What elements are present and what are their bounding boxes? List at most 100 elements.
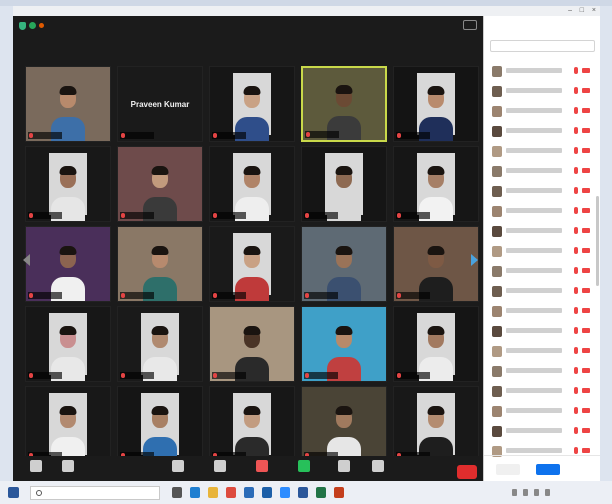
toolbar-button-security[interactable]: [163, 460, 193, 481]
view-toggle-button[interactable]: [463, 20, 477, 30]
participant-list-item[interactable]: [484, 422, 600, 442]
toolbar-button-share-screen[interactable]: [289, 460, 319, 481]
more-options-button[interactable]: [578, 464, 592, 475]
chrome-icon[interactable]: [226, 487, 236, 498]
word-icon[interactable]: [298, 487, 308, 498]
toolbar-button-chat[interactable]: [247, 460, 277, 481]
participant-video-tile[interactable]: [25, 306, 111, 382]
participant-video-tile[interactable]: [301, 306, 387, 382]
participant-list-item[interactable]: [484, 122, 600, 142]
muted-mic-icon: [574, 347, 578, 354]
next-page-arrow-icon[interactable]: [471, 254, 478, 266]
participant-hair: [243, 406, 261, 415]
edge-browser-icon[interactable]: [190, 487, 200, 498]
participant-list-item[interactable]: [484, 362, 600, 382]
muted-mic-icon: [574, 207, 578, 214]
participant-list-item[interactable]: [484, 242, 600, 262]
participant-video-tile[interactable]: [393, 386, 479, 462]
participant-video-tile[interactable]: [393, 226, 479, 302]
participant-video-tile[interactable]: [393, 306, 479, 382]
participant-video-tile[interactable]: [301, 66, 387, 142]
participant-hair: [427, 406, 445, 415]
avatar: [492, 186, 502, 197]
participant-list-item[interactable]: [484, 102, 600, 122]
toolbar-button-video-camera[interactable]: [53, 460, 83, 481]
mail-icon[interactable]: [262, 487, 272, 498]
participant-video-tile[interactable]: [209, 226, 295, 302]
participant-name-tag: [28, 132, 62, 139]
network-icon[interactable]: [523, 489, 528, 496]
participant-video-tile[interactable]: [393, 66, 479, 142]
zoom-app-icon[interactable]: [280, 487, 290, 498]
invite-button[interactable]: [496, 464, 520, 475]
participant-video-tile[interactable]: [301, 146, 387, 222]
share-screen-icon: [298, 460, 310, 472]
participant-video-tile[interactable]: [209, 386, 295, 462]
participant-list-item[interactable]: [484, 302, 600, 322]
powerpoint-icon[interactable]: [334, 487, 344, 498]
store-icon[interactable]: [244, 487, 254, 498]
file-explorer-icon[interactable]: [208, 487, 218, 498]
video-off-icon: [582, 128, 590, 133]
toolbar-button-record[interactable]: [329, 460, 359, 481]
muted-mic-icon: [397, 213, 401, 218]
participant-video-tile[interactable]: [117, 306, 203, 382]
encryption-shield-icon[interactable]: [19, 22, 26, 30]
participant-list-item[interactable]: [484, 182, 600, 202]
minimize-icon[interactable]: –: [568, 6, 572, 16]
participant-video-tile[interactable]: [25, 226, 111, 302]
taskbar-search-box[interactable]: [30, 486, 160, 500]
participant-list-item[interactable]: [484, 142, 600, 162]
toolbar-button-reactions[interactable]: [363, 460, 393, 481]
windows-start-icon[interactable]: [8, 487, 19, 498]
participant-video-tile[interactable]: [25, 146, 111, 222]
participant-list-item[interactable]: [484, 342, 600, 362]
meeting-info-icon[interactable]: [29, 22, 36, 29]
participant-list-item[interactable]: [484, 162, 600, 182]
muted-mic-icon: [574, 247, 578, 254]
participant-list-item[interactable]: [484, 62, 600, 82]
participant-video-tile[interactable]: Praveen Kumar: [117, 66, 203, 142]
mute-all-button[interactable]: [536, 464, 560, 475]
language-icon[interactable]: [545, 489, 550, 496]
participant-name-tag: [396, 372, 430, 379]
participant-list-item[interactable]: [484, 262, 600, 282]
participants-scrollbar[interactable]: [596, 196, 599, 286]
participant-list-item[interactable]: [484, 282, 600, 302]
task-view-icon[interactable]: [172, 487, 182, 498]
participant-list-name: [506, 128, 562, 133]
avatar: [492, 346, 502, 357]
participant-list-item[interactable]: [484, 82, 600, 102]
toolbar-button-participants[interactable]: [205, 460, 235, 481]
recording-dot-icon: [39, 23, 44, 28]
toolbar-button-microphone[interactable]: [21, 460, 51, 481]
participant-video-tile[interactable]: [393, 146, 479, 222]
participant-video-tile[interactable]: [209, 306, 295, 382]
participant-video-tile[interactable]: [301, 386, 387, 462]
participant-name-tag: [28, 212, 62, 219]
maximize-icon[interactable]: □: [580, 6, 584, 16]
participant-video-tile[interactable]: [25, 66, 111, 142]
close-icon[interactable]: ×: [592, 6, 596, 16]
participant-video-tile[interactable]: [209, 66, 295, 142]
participant-video-tile[interactable]: [25, 386, 111, 462]
participant-list-item[interactable]: [484, 322, 600, 342]
participant-video-tile[interactable]: [209, 146, 295, 222]
participant-list-item[interactable]: [484, 382, 600, 402]
participant-video-tile[interactable]: [301, 226, 387, 302]
participant-video-tile[interactable]: [117, 146, 203, 222]
volume-icon[interactable]: [534, 489, 539, 496]
muted-mic-icon: [29, 373, 33, 378]
excel-icon[interactable]: [316, 487, 326, 498]
end-meeting-button[interactable]: [457, 465, 477, 479]
participant-hair: [335, 326, 353, 335]
participants-search-input[interactable]: [490, 40, 595, 52]
participant-video-tile[interactable]: [117, 386, 203, 462]
muted-mic-icon: [397, 293, 401, 298]
previous-page-arrow-icon[interactable]: [23, 254, 30, 266]
participant-list-item[interactable]: [484, 402, 600, 422]
participant-list-item[interactable]: [484, 222, 600, 242]
chevron-up-icon[interactable]: [512, 489, 517, 496]
participant-list-item[interactable]: [484, 202, 600, 222]
participant-video-tile[interactable]: [117, 226, 203, 302]
